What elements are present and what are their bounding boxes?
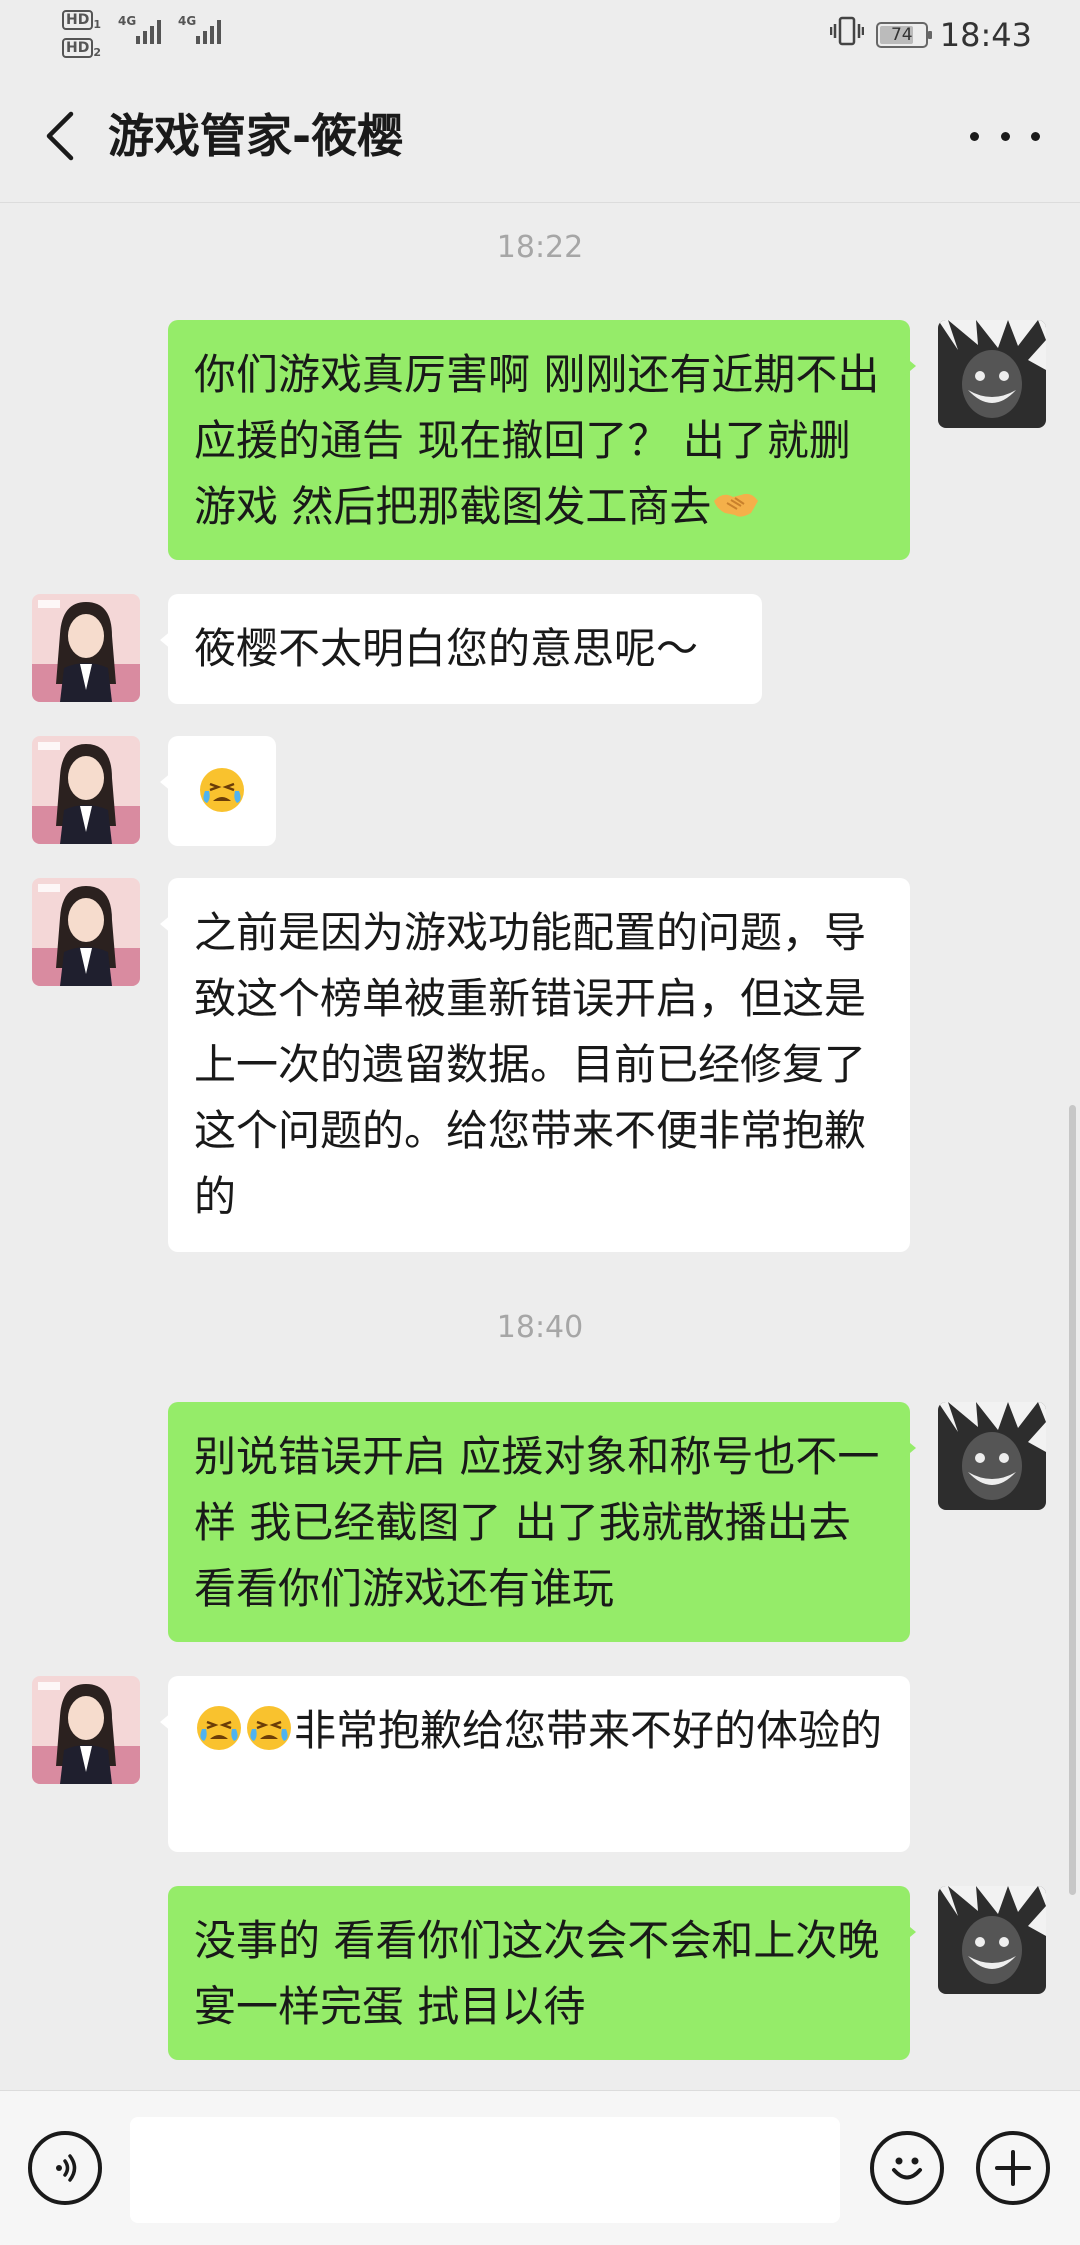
contact-avatar[interactable] xyxy=(32,878,140,986)
sent-message-bubble[interactable]: 没事的 看看你们这次会不会和上次晚宴一样完蛋 拭目以待 xyxy=(168,1886,916,2060)
dot-icon xyxy=(970,131,979,141)
message-text: 非常抱歉给您带来不好的体验的 xyxy=(294,1706,883,1755)
message-text: 你们游戏真厉害啊 刚刚还有近期不出应援的通告 现在撤回了？ 出了就删游戏 然后把… xyxy=(194,350,880,531)
received-message-bubble[interactable]: 非常抱歉给您带来不好的体验的 xyxy=(160,1676,910,1852)
message-timestamp: 18:22 xyxy=(496,230,584,265)
chevron-left-icon xyxy=(46,111,74,161)
more-options-button[interactable] xyxy=(970,116,1040,156)
received-message-bubble[interactable]: 之前是因为游戏功能配置的问题，导致这个榜单被重新错误开启，但这是上一次的遗留数据… xyxy=(160,878,910,1252)
voice-input-button[interactable] xyxy=(28,2131,102,2205)
input-bar xyxy=(0,2090,1080,2245)
crying-face-emoji-icon xyxy=(197,765,247,815)
received-emoji-bubble[interactable] xyxy=(160,736,276,846)
chat-header: 游戏管家-筱樱 xyxy=(0,70,1080,203)
dot-icon xyxy=(1031,131,1040,141)
back-button[interactable] xyxy=(30,106,90,166)
emoji-button[interactable] xyxy=(870,2131,944,2205)
chat-title: 游戏管家-筱樱 xyxy=(108,109,404,163)
signal-bars-2-icon xyxy=(196,20,221,44)
contact-avatar[interactable] xyxy=(32,736,140,844)
handshake-emoji-icon xyxy=(711,479,761,529)
message-text: 之前是因为游戏功能配置的问题，导致这个榜单被重新错误开启，但这是上一次的遗留数据… xyxy=(194,908,867,1221)
network-type-1: 4G xyxy=(118,14,137,28)
my-avatar[interactable] xyxy=(938,320,1046,428)
crying-face-emoji-icon xyxy=(244,1703,294,1753)
smile-icon xyxy=(892,2157,922,2180)
hd-indicator-2: HD 2 xyxy=(62,36,101,64)
battery-icon: 74 xyxy=(875,22,932,48)
message-timestamp: 18:40 xyxy=(496,1310,584,1345)
message-input[interactable] xyxy=(130,2117,840,2223)
message-text: 别说错误开启 应援对象和称号也不一样 我已经截图了 出了我就散播出去 看看你们游… xyxy=(194,1432,880,1613)
vibrate-icon xyxy=(829,14,865,56)
status-right: 74 18:43 xyxy=(829,14,1032,56)
more-functions-button[interactable] xyxy=(976,2131,1050,2205)
hd-indicator-1: HD 1 xyxy=(62,8,101,36)
status-time: 18:43 xyxy=(939,16,1032,54)
dot-icon xyxy=(1000,131,1010,141)
network-type-2: 4G xyxy=(178,14,197,28)
message-text: 筱樱不太明白您的意思呢～ xyxy=(194,624,699,673)
battery-level: 74 xyxy=(890,25,913,45)
chat-messages: 18:22 你们游戏真厉害啊 刚刚还有近期不出应援的通告 现在撤回了？ 出了就删… xyxy=(0,202,1080,2090)
my-avatar[interactable] xyxy=(938,1402,1046,1510)
plus-icon xyxy=(995,2150,1031,2186)
message-text: 没事的 看看你们这次会不会和上次晚宴一样完蛋 拭目以待 xyxy=(194,1916,880,2031)
sent-message-bubble[interactable]: 别说错误开启 应援对象和称号也不一样 我已经截图了 出了我就散播出去 看看你们游… xyxy=(168,1402,916,1642)
contact-avatar[interactable] xyxy=(32,1676,140,1784)
signal-bars-1-icon xyxy=(136,20,161,44)
voice-icon xyxy=(56,2154,77,2182)
sent-message-bubble[interactable]: 你们游戏真厉害啊 刚刚还有近期不出应援的通告 现在撤回了？ 出了就删游戏 然后把… xyxy=(168,320,916,560)
chat-scrollbar[interactable] xyxy=(1069,1105,1076,1895)
received-message-bubble[interactable]: 筱樱不太明白您的意思呢～ xyxy=(160,594,762,704)
my-avatar[interactable] xyxy=(938,1886,1046,1994)
network-indicators: HD 1 HD 2 xyxy=(62,8,101,64)
status-bar: HD 1 HD 2 4G 4G 74 18:43 xyxy=(0,0,1080,70)
crying-face-emoji-icon xyxy=(194,1703,244,1753)
contact-avatar[interactable] xyxy=(32,594,140,702)
